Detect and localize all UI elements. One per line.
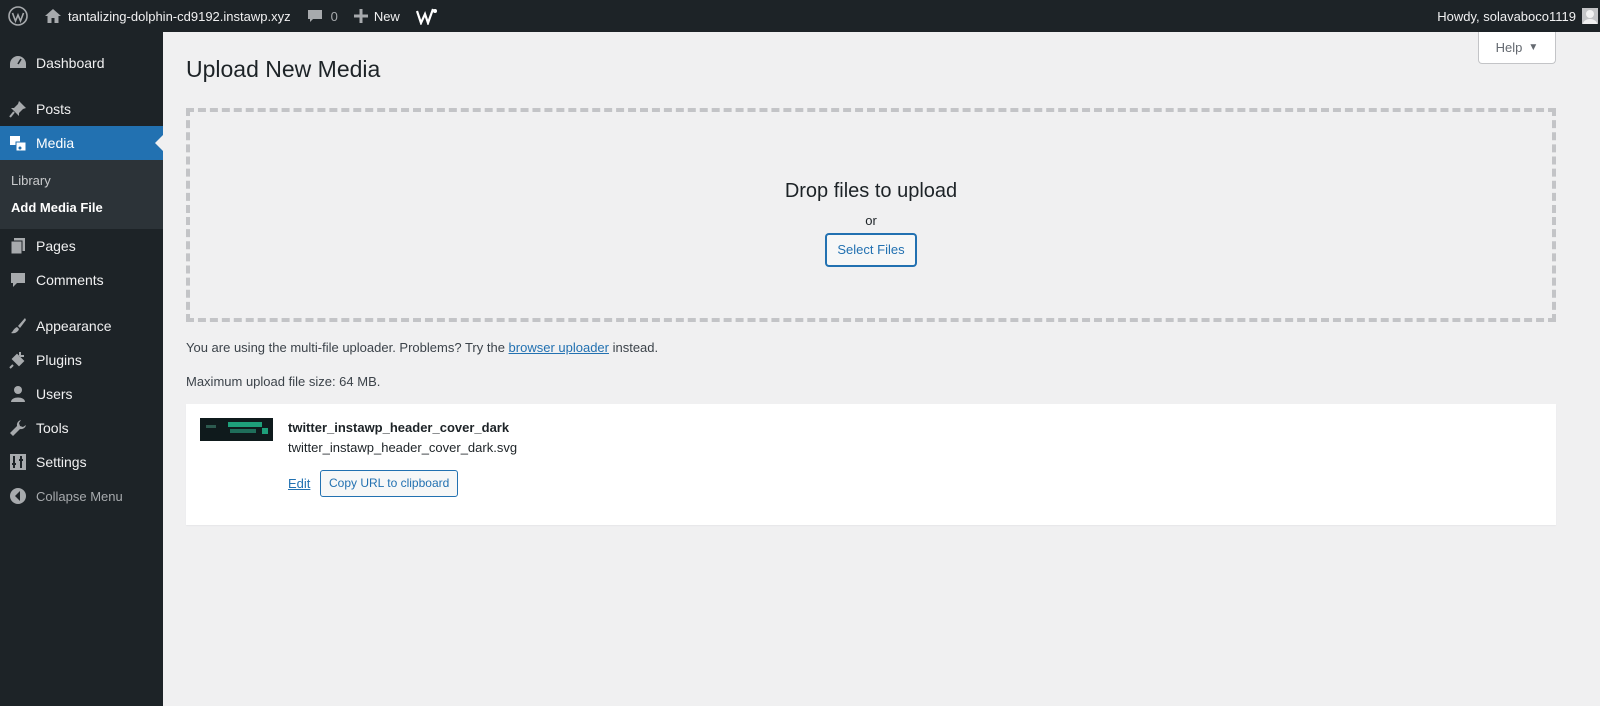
collapse-menu-button[interactable]: Collapse Menu — [0, 479, 163, 513]
copy-url-button[interactable]: Copy URL to clipboard — [320, 470, 459, 497]
uploader-info: You are using the multi-file uploader. P… — [186, 340, 658, 355]
sidebar-item-label: Dashboard — [36, 55, 105, 71]
media-filename: twitter_instawp_header_cover_dark.svg — [288, 440, 518, 455]
my-account-link[interactable]: Howdy, solavaboco1119 — [1429, 0, 1600, 32]
site-name-link[interactable]: tantalizing-dolphin-cd9192.instawp.xyz — [36, 0, 299, 32]
sidebar-item-label: Posts — [36, 101, 72, 117]
drop-title: Drop files to upload — [784, 180, 958, 202]
max-upload-size: Maximum upload file size: 64 MB. — [186, 374, 381, 389]
admin-bar: tantalizing-dolphin-cd9192.instawp.xyz 0… — [0, 0, 1600, 32]
collapse-menu-label: Collapse Menu — [36, 488, 123, 504]
sidebar-item-pages[interactable]: Pages — [0, 229, 163, 263]
new-label: New — [373, 8, 400, 24]
caret-down-icon: ▼ — [1528, 42, 1539, 53]
admin-sidebar: Dashboard Posts Media Library Add Media … — [0, 32, 163, 706]
wrench-icon — [8, 418, 28, 438]
uploader-info-prefix: You are using the multi-file uploader. P… — [186, 340, 509, 355]
dashboard-icon — [8, 53, 28, 73]
pin-icon — [8, 99, 28, 119]
media-icon — [8, 133, 28, 153]
site-name-label: tantalizing-dolphin-cd9192.instawp.xyz — [68, 8, 291, 24]
drop-or-text: or — [865, 213, 877, 228]
sidebar-item-plugins[interactable]: Plugins — [0, 343, 163, 377]
brush-icon — [8, 316, 28, 336]
plugin-icon — [8, 350, 28, 370]
wordpress-logo-icon[interactable] — [0, 0, 36, 32]
comment-icon — [307, 8, 323, 24]
sidebar-item-label: Users — [36, 386, 73, 402]
sidebar-item-media[interactable]: Media — [0, 126, 163, 160]
settings-icon — [8, 452, 28, 472]
media-thumbnail — [200, 418, 273, 441]
collapse-icon — [8, 486, 28, 506]
new-content-link[interactable]: New — [346, 0, 408, 32]
media-item: twitter_instawp_header_cover_dark twitte… — [186, 404, 1556, 525]
drop-zone[interactable]: Drop files to upload or Select Files — [186, 108, 1556, 322]
media-submenu: Library Add Media File — [0, 160, 163, 229]
avatar — [1582, 8, 1598, 24]
sidebar-item-label: Pages — [36, 238, 76, 254]
sidebar-item-label: Settings — [36, 454, 87, 470]
sidebar-item-label: Plugins — [36, 352, 82, 368]
users-icon — [8, 384, 28, 404]
sidebar-item-label: Media — [36, 135, 75, 151]
help-label: Help — [1495, 40, 1523, 55]
page-title: Upload New Media — [186, 56, 381, 82]
comments-count: 0 — [330, 8, 338, 24]
sidebar-item-users[interactable]: Users — [0, 377, 163, 411]
uploader-info-suffix: instead. — [608, 340, 659, 355]
sidebar-item-comments[interactable]: Comments — [0, 263, 163, 297]
sidebar-item-settings[interactable]: Settings — [0, 445, 163, 479]
sidebar-item-appearance[interactable]: Appearance — [0, 309, 163, 343]
howdy-label: Howdy, solavaboco1119 — [1437, 8, 1576, 24]
select-files-button[interactable]: Select Files — [826, 234, 916, 266]
submenu-item-add-media-file[interactable]: Add Media File — [0, 194, 163, 221]
sidebar-item-label: Comments — [36, 272, 104, 288]
home-icon — [44, 8, 62, 24]
instawp-logo-icon[interactable] — [408, 0, 446, 32]
media-title: twitter_instawp_header_cover_dark — [288, 420, 510, 435]
browser-uploader-link[interactable]: browser uploader — [509, 340, 609, 355]
submenu-item-library[interactable]: Library — [0, 167, 163, 194]
sidebar-item-tools[interactable]: Tools — [0, 411, 163, 445]
comment-icon — [8, 270, 28, 290]
pages-icon — [8, 236, 28, 256]
plus-icon — [353, 9, 368, 23]
edit-link[interactable]: Edit — [288, 476, 310, 491]
sidebar-item-posts[interactable]: Posts — [0, 92, 163, 126]
sidebar-item-dashboard[interactable]: Dashboard — [0, 46, 163, 80]
help-button[interactable]: Help ▼ — [1478, 32, 1556, 64]
sidebar-item-label: Tools — [36, 420, 69, 436]
sidebar-item-label: Appearance — [36, 318, 112, 334]
comments-link[interactable]: 0 — [299, 0, 346, 32]
